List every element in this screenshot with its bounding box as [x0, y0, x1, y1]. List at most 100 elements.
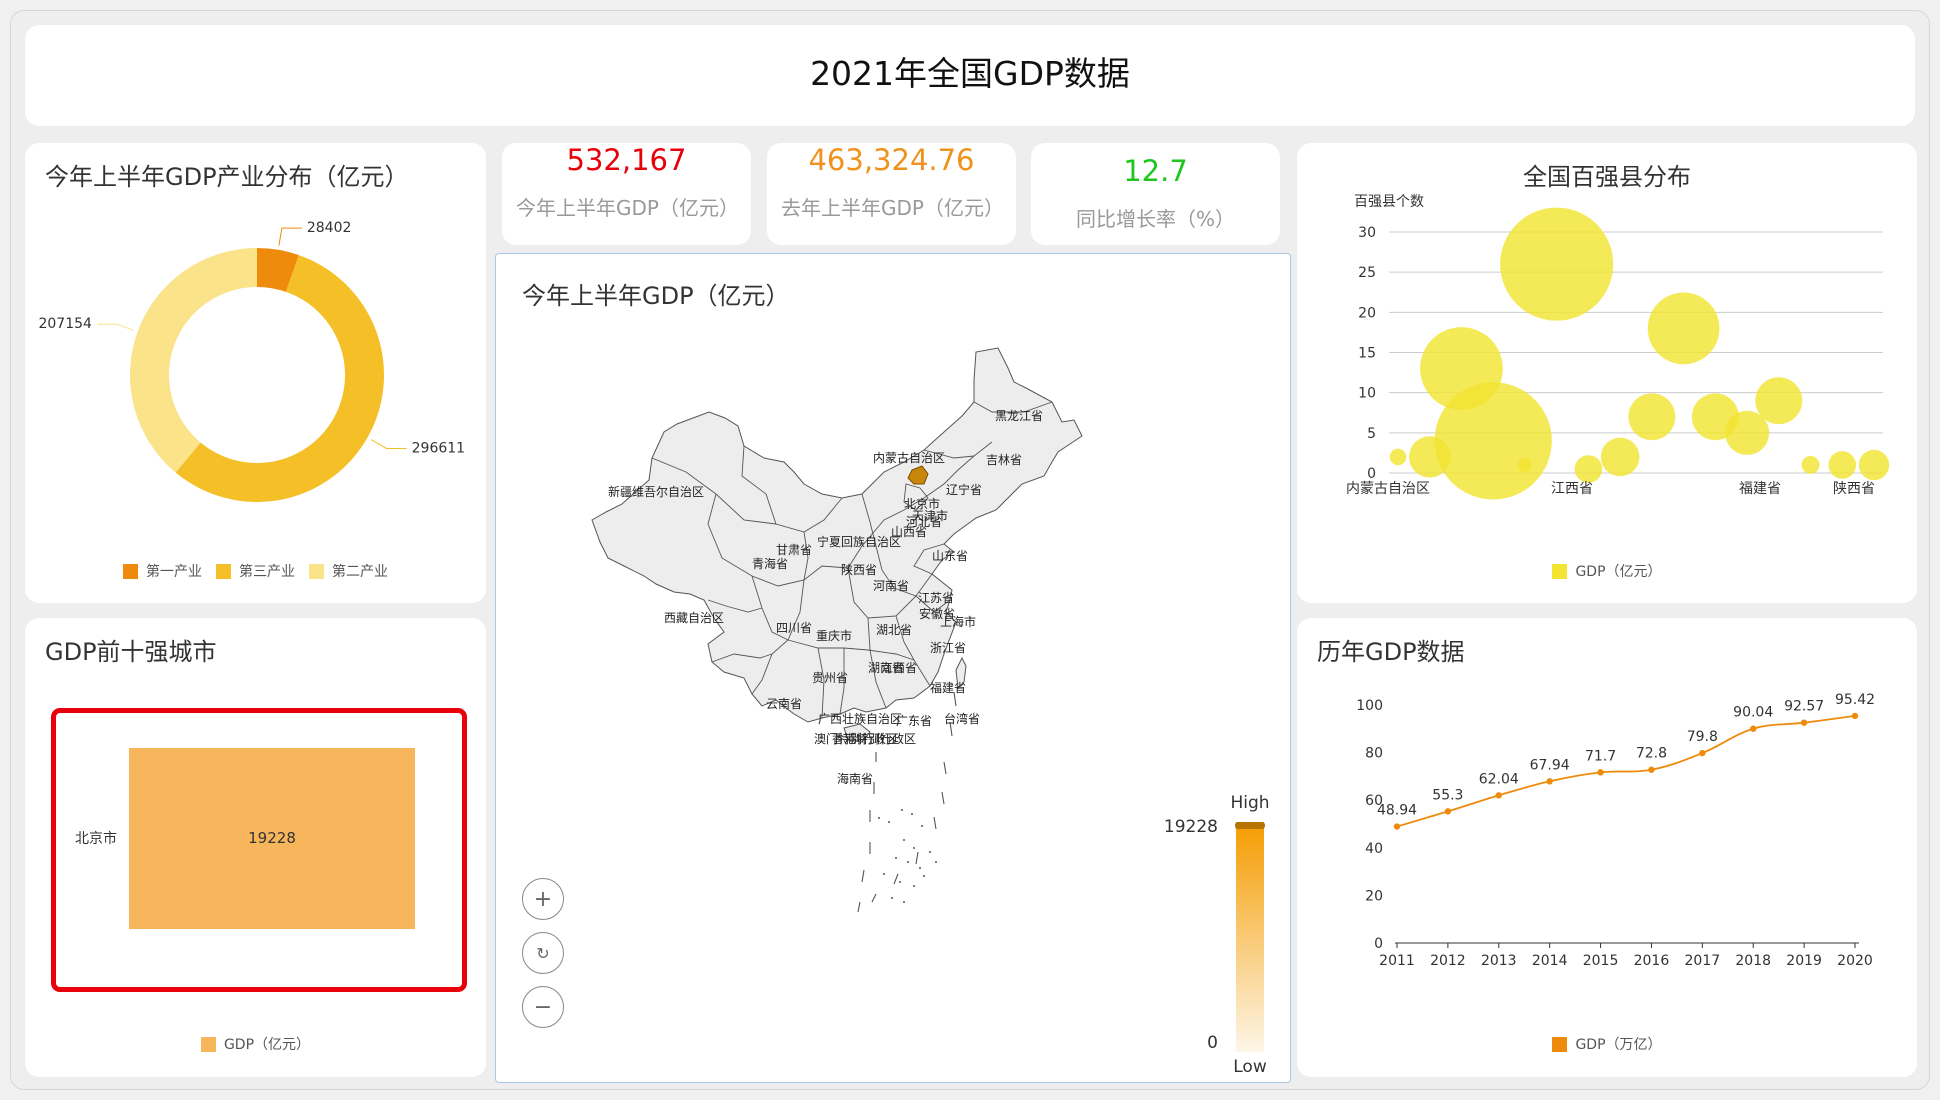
line-legend: GDP（万亿）: [1297, 1034, 1917, 1056]
bubble-point: [1858, 449, 1890, 481]
slice-value-label: 207154: [38, 316, 92, 332]
zoom-in-button[interactable]: +: [522, 878, 564, 920]
x-tick-label: 2014: [1532, 953, 1568, 969]
legend-swatch: [309, 563, 324, 579]
y-tick-label: 20: [1365, 888, 1383, 904]
line-chart: 0204060801002011 2012 2013 2014 2015 2016 2017…: [1356, 692, 1875, 969]
province-label: 青海省: [752, 556, 788, 571]
line-point: [1750, 725, 1757, 732]
y-tick-label: 20: [1358, 305, 1376, 321]
legend-swatch: [216, 563, 231, 579]
island-dot: [923, 875, 925, 877]
data-label: 55.3: [1432, 787, 1463, 803]
province-label: 上海市: [940, 614, 976, 629]
province-label: 湖南省: [868, 660, 904, 675]
zoom-out-button[interactable]: −: [522, 986, 564, 1028]
province-label: 内蒙古自治区: [873, 450, 945, 465]
data-label: 95.42: [1835, 692, 1875, 708]
donut-chart: 28402 296611 207154: [38, 220, 465, 502]
bubble-point: [1500, 207, 1614, 321]
island-dot: [919, 867, 921, 869]
kpi-card-growth: 12.7 同比增长率（%）: [1031, 143, 1280, 245]
top10-panel: GDP前十强城市 19228 北京市 GDP（亿元）: [25, 618, 486, 1077]
donut-panel: 今年上半年GDP产业分布（亿元） 28402 296611 207154 第一产业第…: [25, 143, 486, 603]
x-tick-label: 2016: [1634, 953, 1670, 969]
island-dot: [878, 817, 880, 819]
line-point: [1546, 778, 1553, 785]
legend-item[interactable]: GDP（亿元）: [200, 1034, 311, 1054]
sea-boundary-dash: [933, 816, 937, 830]
province-label: 陕西省: [841, 562, 877, 577]
data-label: 90.04: [1733, 705, 1773, 721]
island-dot: [911, 813, 913, 815]
line-point: [1800, 719, 1808, 726]
province-label: 江苏省: [918, 591, 954, 605]
legend-item[interactable]: 第一产业: [123, 561, 202, 581]
x-tick-label: 江西省: [1551, 481, 1593, 497]
island-dot: [895, 857, 897, 859]
kpi-label: 同比增长率（%）: [1075, 207, 1235, 231]
x-tick-label: 2011: [1379, 953, 1415, 969]
province-label: 西藏自治区: [664, 611, 724, 625]
province-label: 四川省: [776, 621, 812, 635]
island-dot: [888, 821, 890, 823]
legend-item[interactable]: GDP（万亿）: [1552, 1034, 1662, 1054]
bubble-point: [1518, 458, 1532, 472]
visual-map-min-label: 0: [1207, 1033, 1218, 1053]
kpi-label: 去年上半年GDP（亿元）: [781, 196, 1002, 220]
minus-icon: −: [533, 994, 553, 1020]
legend-item[interactable]: 第三产业: [216, 561, 295, 581]
label-line: [278, 227, 302, 246]
bubble-point: [1628, 393, 1676, 441]
legend-swatch: [1552, 1036, 1568, 1052]
data-label: 72.8: [1636, 746, 1667, 762]
bubble-chart: 百强县个数 0 5 10 15 20 25 30 内蒙古自治区 江西省 福建省 陕西省: [1346, 194, 1890, 500]
bubble-point: [1801, 456, 1820, 474]
y-tick-label: 30: [1358, 225, 1376, 241]
legend-item[interactable]: GDP（亿元）: [1552, 561, 1662, 581]
bubble-point: [1647, 292, 1720, 365]
visual-map-bar: [1236, 822, 1264, 1052]
kpi-value: 463,324.76: [808, 143, 975, 177]
map-panel: 今年上半年GDP（亿元） 黑龙江省 吉林省 辽宁省 内蒙古自治区 新疆维吾尔自治区 北京市…: [495, 253, 1291, 1083]
kpi-card-previous: 463,324.76 去年上半年GDP（亿元）: [767, 143, 1016, 245]
reset-button[interactable]: ↻: [522, 932, 564, 974]
province-label: 澳门特别行政区: [814, 731, 898, 746]
label-line: [370, 439, 407, 449]
title-card: 2021年全国GDP数据: [25, 25, 1915, 126]
island-dot: [883, 873, 885, 875]
bubble-legend: GDP（亿元）: [1297, 561, 1917, 583]
line-panel: 历年GDP数据 0 20 40 60 80 100 2011 2012 2013 2014 2015…: [1297, 618, 1917, 1077]
legend-label: 第三产业: [239, 564, 295, 580]
sea-boundary-dash: [915, 851, 919, 865]
x-tick-label: 陕西省: [1833, 481, 1875, 497]
province-label: 广东省: [896, 714, 932, 728]
province-label: 吉林省: [986, 453, 1022, 467]
data-label: 48.94: [1377, 803, 1417, 819]
line-point: [1699, 749, 1706, 757]
visual-map-low-label: Low: [1233, 1057, 1267, 1072]
bubble-point: [1434, 382, 1552, 500]
label-line: [96, 323, 135, 331]
map-inner: 今年上半年GDP（亿元） 黑龙江省 吉林省 辽宁省 内蒙古自治区 新疆维吾尔自治区 北京市…: [504, 262, 1279, 1072]
x-tick-label: 2020: [1837, 953, 1873, 969]
province-label: 云南省: [766, 696, 802, 711]
y-axis-name: 百强县个数: [1354, 194, 1424, 210]
y-tick-label: 5: [1367, 426, 1376, 442]
x-tick-label: 2019: [1786, 953, 1822, 969]
china-map[interactable]: 黑龙江省吉林省辽宁省内蒙古自治区新疆维吾尔自治区北京市天津市河北省山西省山东省宁…: [504, 262, 1279, 1072]
treemap-value-label: 19228: [248, 829, 296, 847]
legend-label: GDP（亿元）: [223, 1037, 311, 1053]
line-point: [1444, 808, 1452, 815]
sea-boundary-dash: [893, 873, 899, 885]
kpi-value: 532,167: [566, 143, 687, 177]
province-label: 河南省: [873, 578, 909, 593]
kpi-label: 今年上半年GDP（亿元）: [516, 196, 737, 220]
sea-boundary-dash: [871, 893, 877, 903]
legend-swatch: [200, 1036, 216, 1052]
bubble-point: [1755, 377, 1803, 425]
legend-item[interactable]: 第二产业: [309, 561, 388, 581]
legend-label: GDP（万亿）: [1575, 1037, 1662, 1053]
legend-swatch: [123, 563, 138, 579]
island-dot: [891, 897, 893, 899]
